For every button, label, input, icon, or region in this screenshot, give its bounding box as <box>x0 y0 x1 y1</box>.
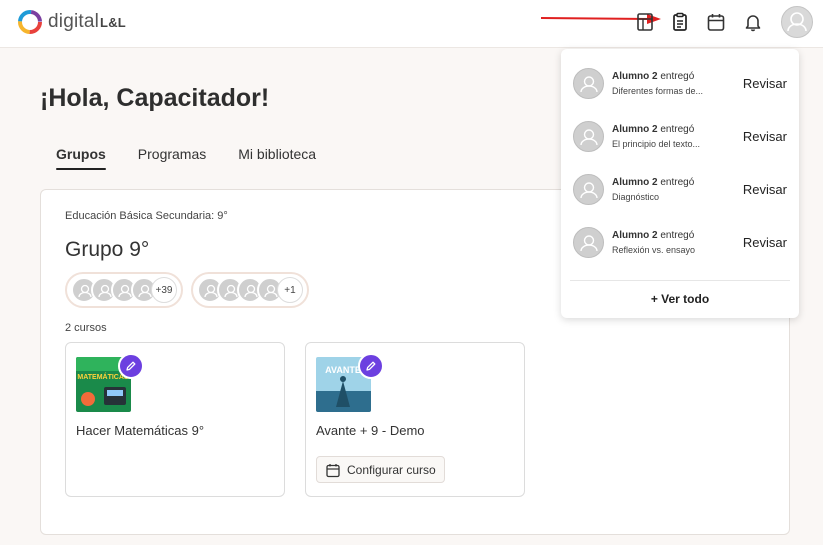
course-card[interactable]: AVANTE Avante + 9 - Demo Configurar curs… <box>305 342 525 497</box>
notification-student: Alumno 2 <box>612 176 658 188</box>
tab-grupos[interactable]: Grupos <box>56 146 106 170</box>
notification-verb: entregó <box>660 229 695 241</box>
notification-verb: entregó <box>660 176 695 188</box>
notification-student: Alumno 2 <box>612 70 658 82</box>
user-avatar[interactable] <box>781 6 813 38</box>
see-all-link[interactable]: + Ver todo <box>561 292 799 306</box>
logo-text: digitalL&L <box>48 11 126 32</box>
group-title[interactable]: Grupo 9° <box>65 238 149 262</box>
notification-item[interactable]: Alumno 2 entregó Diferentes formas de...… <box>573 61 787 105</box>
notification-student: Alumno 2 <box>612 229 658 241</box>
divider <box>570 280 790 281</box>
group-level: Educación Básica Secundaria: 9° <box>65 210 228 222</box>
notification-item[interactable]: Alumno 2 entregó Reflexión vs. ensayo Re… <box>573 220 787 264</box>
notification-task: El principio del texto... <box>612 138 701 149</box>
configure-course-button[interactable]: Configurar curso <box>316 456 445 483</box>
calendar-icon[interactable] <box>705 11 727 33</box>
bell-icon[interactable] <box>742 11 764 33</box>
course-name[interactable]: Avante + 9 - Demo <box>316 423 425 438</box>
edit-course-button[interactable] <box>118 353 144 379</box>
course-cover-text: AVANTE <box>325 365 361 375</box>
page-title: ¡Hola, Capacitador! <box>40 84 270 112</box>
clipboard-icon[interactable] <box>669 11 691 33</box>
student-avatar <box>573 120 604 152</box>
tab-mi-biblioteca[interactable]: Mi biblioteca <box>238 146 316 170</box>
notification-task: Diagnóstico <box>612 191 660 202</box>
course-name[interactable]: Hacer Matemáticas 9° <box>76 423 204 438</box>
member-avatars-pill[interactable]: +1 <box>191 272 309 308</box>
pencil-icon <box>366 361 376 371</box>
member-more-count: +39 <box>151 277 177 303</box>
calendar-icon <box>326 463 340 477</box>
pencil-icon <box>126 361 136 371</box>
logo[interactable]: digitalL&L <box>16 8 126 36</box>
courses-count: 2 cursos <box>65 322 107 334</box>
notification-item[interactable]: Alumno 2 entregó Diagnóstico Revisar <box>573 167 787 211</box>
student-avatar <box>573 226 604 258</box>
notification-verb: entregó <box>660 70 695 82</box>
member-avatars-pill[interactable]: +39 <box>65 272 183 308</box>
notifications-dropdown: Alumno 2 entregó Diferentes formas de...… <box>561 49 799 318</box>
logo-mark-icon <box>18 10 42 34</box>
user-avatar-icon <box>787 12 807 32</box>
edit-course-button[interactable] <box>358 353 384 379</box>
notification-item[interactable]: Alumno 2 entregó El principio del texto.… <box>573 114 787 158</box>
tab-programas[interactable]: Programas <box>138 146 206 170</box>
main-tabs: Grupos Programas Mi biblioteca <box>56 146 316 170</box>
top-bar: digitalL&L <box>0 0 823 48</box>
student-avatar <box>573 173 604 205</box>
review-button[interactable]: Revisar <box>743 182 787 197</box>
course-card[interactable]: MATEMÁTICAS Hacer Matemáticas 9° <box>65 342 285 497</box>
notification-student: Alumno 2 <box>612 123 658 135</box>
notification-task: Reflexión vs. ensayo <box>612 244 696 255</box>
review-button[interactable]: Revisar <box>743 76 787 91</box>
review-button[interactable]: Revisar <box>743 235 787 250</box>
notification-task: Diferentes formas de... <box>612 85 704 96</box>
student-avatar <box>573 67 604 99</box>
notification-verb: entregó <box>660 123 695 135</box>
review-button[interactable]: Revisar <box>743 129 787 144</box>
library-icon[interactable] <box>634 11 656 33</box>
member-more-count: +1 <box>277 277 303 303</box>
configure-course-label: Configurar curso <box>347 462 436 477</box>
